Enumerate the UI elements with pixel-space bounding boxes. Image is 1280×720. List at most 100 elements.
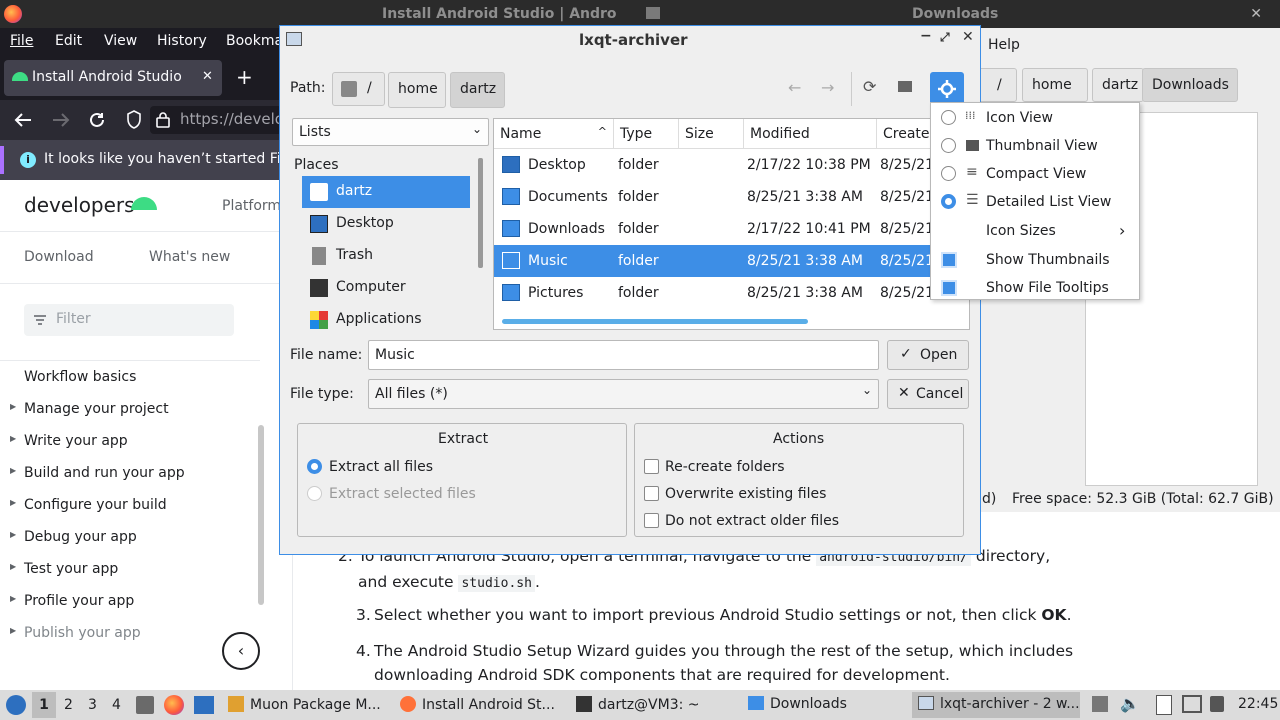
- menu-bookmarks[interactable]: Bookma: [226, 33, 283, 49]
- task-muon[interactable]: Muon Package M...: [222, 692, 386, 718]
- places-scrollbar[interactable]: [478, 158, 483, 268]
- nav-item-build-run[interactable]: ▶ Build and run your app: [0, 459, 260, 491]
- menu-item-show-thumbnails[interactable]: Show Thumbnails: [931, 246, 1139, 274]
- tab-install-android-studio[interactable]: Install Android Studio ✕: [4, 60, 222, 96]
- menu-item-icon-view[interactable]: ⁞⁞⁞ Icon View: [931, 104, 1139, 132]
- back-arrow-icon[interactable]: ←: [788, 78, 801, 97]
- clipboard-icon[interactable]: [1156, 695, 1172, 715]
- firefox-launcher-icon[interactable]: [164, 695, 184, 715]
- view-options-button[interactable]: [930, 72, 964, 106]
- path-crumb-home[interactable]: home: [388, 72, 446, 108]
- nav-item-test[interactable]: ▶ Test your app: [0, 555, 260, 587]
- maximize-icon[interactable]: ⤢: [940, 30, 950, 45]
- file-row-downloads[interactable]: Downloads folder 2/17/22 10:41 PM 8/25/2…: [494, 213, 969, 245]
- extract-all-radio[interactable]: [307, 459, 322, 474]
- new-tab-button[interactable]: +: [236, 65, 253, 89]
- shield-icon[interactable]: [126, 110, 142, 130]
- menu-history[interactable]: History: [157, 33, 207, 49]
- new-folder-icon[interactable]: [898, 81, 912, 92]
- file-type-select[interactable]: All files (*) ⌄: [368, 379, 879, 409]
- menu-item-detailed-list-view[interactable]: ☰ Detailed List View: [931, 188, 1139, 216]
- menu-view[interactable]: View: [104, 33, 137, 49]
- extract-selected-label[interactable]: Extract selected files: [329, 486, 476, 502]
- crumb-downloads[interactable]: Downloads: [1142, 68, 1238, 102]
- platform-link[interactable]: Platform: [222, 198, 281, 214]
- task-lxqt-archiver[interactable]: lxqt-archiver - 2 w...: [912, 692, 1080, 718]
- open-button[interactable]: ✓ Open: [887, 340, 969, 370]
- desktop-3[interactable]: 3: [88, 697, 97, 713]
- back-icon[interactable]: [14, 112, 32, 128]
- desktop-4[interactable]: 4: [112, 697, 121, 713]
- brand-logo-text[interactable]: developers: [24, 193, 135, 217]
- collapse-sidebar-button[interactable]: ‹: [222, 632, 260, 670]
- crumb-home[interactable]: home: [1022, 68, 1088, 102]
- place-applications[interactable]: Applications: [302, 304, 470, 336]
- start-menu-icon[interactable]: [6, 695, 26, 715]
- menu-item-thumbnail-view[interactable]: Thumbnail View: [931, 132, 1139, 160]
- desktop-1[interactable]: 1: [32, 692, 56, 718]
- place-desktop[interactable]: Desktop: [302, 208, 470, 240]
- nav-item-workflow-basics[interactable]: Workflow basics: [0, 363, 260, 395]
- url-bar[interactable]: https://develo: [150, 106, 284, 134]
- menu-file[interactable]: File: [10, 33, 33, 49]
- menu-help[interactable]: Help: [988, 37, 1020, 53]
- battery-icon[interactable]: [1210, 696, 1224, 712]
- task-terminal[interactable]: dartz@VM3: ~: [570, 692, 734, 718]
- nav-item-write-app[interactable]: ▶ Write your app: [0, 427, 260, 459]
- nav-item-profile[interactable]: ▶ Profile your app: [0, 587, 260, 619]
- nav-item-manage-project[interactable]: ▶ Manage your project: [0, 395, 260, 427]
- path-crumb-dartz[interactable]: dartz: [450, 72, 505, 108]
- crumb-root[interactable]: /: [977, 68, 1017, 102]
- nav-item-configure-build[interactable]: ▶ Configure your build: [0, 491, 260, 523]
- place-computer[interactable]: Computer: [302, 272, 470, 304]
- menu-edit[interactable]: Edit: [55, 33, 82, 49]
- filter-input[interactable]: Filter: [24, 304, 234, 336]
- no-older-files-checkbox[interactable]: [644, 513, 659, 528]
- crumb-dartz[interactable]: dartz: [1092, 68, 1144, 102]
- close-icon[interactable]: ✕: [962, 29, 974, 45]
- overwrite-files-checkbox[interactable]: [644, 486, 659, 501]
- refresh-icon[interactable]: ⟳: [863, 77, 876, 96]
- file-row-documents[interactable]: Documents folder 8/25/21 3:38 AM 8/25/21: [494, 181, 969, 213]
- horizontal-scrollbar[interactable]: [502, 319, 808, 324]
- network-icon[interactable]: [1182, 695, 1202, 713]
- recreate-folders-label[interactable]: Re-create folders: [665, 459, 785, 475]
- overwrite-files-label[interactable]: Overwrite existing files: [665, 486, 826, 502]
- close-icon[interactable]: ✕: [1250, 6, 1262, 22]
- task-downloads[interactable]: Downloads: [742, 692, 906, 718]
- column-modified[interactable]: Modified: [744, 119, 877, 149]
- extract-all-label[interactable]: Extract all files: [329, 459, 433, 475]
- subnav-download[interactable]: Download: [24, 249, 94, 265]
- nav-item-publish[interactable]: ▶ Publish your app: [0, 619, 260, 651]
- forward-icon[interactable]: [52, 112, 70, 128]
- file-name-input[interactable]: Music: [368, 340, 879, 370]
- path-crumb-root[interactable]: /: [332, 72, 385, 106]
- tab-close-icon[interactable]: ✕: [202, 69, 213, 84]
- file-row-desktop[interactable]: Desktop folder 2/17/22 10:38 PM 8/25/21: [494, 149, 969, 181]
- files-launcher-icon[interactable]: [136, 696, 154, 714]
- no-older-files-label[interactable]: Do not extract older files: [665, 513, 839, 529]
- forward-arrow-icon[interactable]: →: [821, 78, 834, 97]
- tray-eject-icon[interactable]: [1092, 696, 1108, 712]
- recreate-folders-checkbox[interactable]: [644, 459, 659, 474]
- column-name[interactable]: Name ^: [494, 119, 614, 149]
- menu-item-compact-view[interactable]: ≡ Compact View: [931, 160, 1139, 188]
- column-type[interactable]: Type: [614, 119, 679, 149]
- menu-item-icon-sizes[interactable]: Icon Sizes ›: [931, 217, 1139, 245]
- desktop-2[interactable]: 2: [64, 697, 73, 713]
- menu-item-show-file-tooltips[interactable]: Show File Tooltips: [931, 274, 1139, 302]
- file-list[interactable]: Name ^ Type Size Modified Created Desktop…: [493, 118, 970, 330]
- clock[interactable]: 22:45: [1238, 696, 1278, 712]
- minimize-icon[interactable]: −: [920, 28, 932, 44]
- extract-selected-radio[interactable]: [307, 486, 322, 501]
- places-combo[interactable]: Lists ⌄: [292, 118, 489, 146]
- file-row-pictures[interactable]: Pictures folder 8/25/21 3:38 AM 8/25/21: [494, 277, 969, 309]
- desktop-launcher-icon[interactable]: [194, 696, 214, 714]
- volume-icon[interactable]: 🔈: [1120, 694, 1140, 713]
- file-row-music[interactable]: Music folder 8/25/21 3:38 AM 8/25/21: [494, 245, 969, 277]
- task-firefox[interactable]: Install Android St...: [394, 692, 558, 718]
- dialog-titlebar[interactable]: lxqt-archiver − ⤢ ✕: [280, 26, 980, 54]
- place-dartz[interactable]: dartz: [302, 176, 470, 208]
- reload-icon[interactable]: [88, 111, 106, 129]
- cancel-button[interactable]: ✕ Cancel: [887, 379, 969, 409]
